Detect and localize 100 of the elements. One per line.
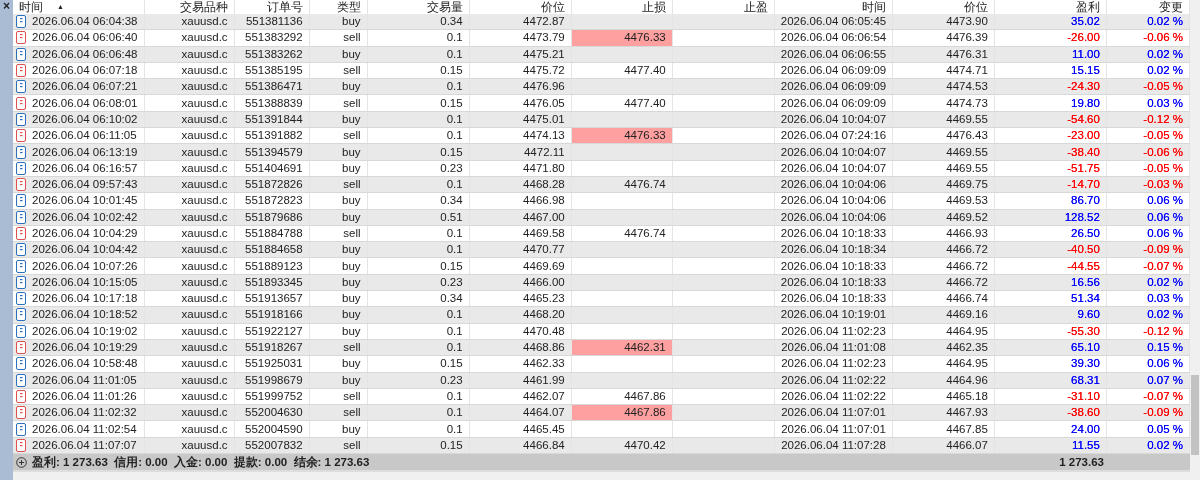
symbol-cell: xauusd.c <box>181 129 228 142</box>
order-cell: 551872823 <box>245 194 303 207</box>
change-cell: -0.05 % <box>1143 129 1183 142</box>
price-cell: 4466.84 <box>523 438 565 451</box>
open-time-cell: 2026.06.04 10:18:52 <box>32 307 138 323</box>
profit-cell: 24.00 <box>1071 422 1100 435</box>
type-cell: buy <box>342 47 361 60</box>
open-time-cell: 2026.06.04 11:02:32 <box>32 405 137 421</box>
price-cell: 4470.77 <box>523 243 565 256</box>
price-cell: 4467.00 <box>523 210 565 223</box>
symbol-cell: xauusd.c <box>181 227 228 239</box>
symbol-cell: xauusd.c <box>181 357 228 370</box>
stop-loss-cell: 4477.40 <box>571 95 673 112</box>
close-price-cell: 4467.93 <box>946 406 988 419</box>
profit-cell: -54.60 <box>1067 112 1100 125</box>
profit-cell: -26.00 <box>1067 31 1100 44</box>
open-time-cell: 2026.06.04 11:01:05 <box>32 372 137 388</box>
type-cell: sell <box>343 178 361 191</box>
price-cell: 4464.07 <box>523 406 565 419</box>
price-cell: 4466.98 <box>523 194 565 207</box>
volume-cell: 0.15 <box>440 438 463 451</box>
symbol-cell: xauusd.c <box>181 422 228 435</box>
order-cell: 551918267 <box>245 341 303 354</box>
type-cell: buy <box>342 15 361 28</box>
change-cell: 0.02 % <box>1147 308 1183 321</box>
change-cell: 0.06 % <box>1147 194 1183 207</box>
symbol-cell: xauusd.c <box>181 275 228 288</box>
symbol-cell: xauusd.c <box>181 47 228 60</box>
symbol-cell: xauusd.c <box>181 15 228 28</box>
symbol-cell: xauusd.c <box>181 308 228 321</box>
order-cell: 551879686 <box>245 210 303 223</box>
open-time-cell: 2026.06.04 11:07:07 <box>32 437 137 453</box>
symbol-cell: xauusd.c <box>181 389 228 402</box>
change-cell: -0.09 % <box>1143 406 1183 419</box>
open-time-cell: 2026.06.04 06:06:48 <box>32 46 138 62</box>
change-cell: -0.03 % <box>1143 178 1183 191</box>
profit-cell: 65.10 <box>1071 341 1100 354</box>
symbol-cell: xauusd.c <box>181 112 228 125</box>
price-cell: 4469.58 <box>523 227 565 239</box>
price-cell: 4468.28 <box>523 178 565 191</box>
open-time-cell: 2026.06.04 10:01:45 <box>32 193 138 209</box>
change-cell: 0.02 % <box>1147 275 1183 288</box>
close-time-cell: 2026.06.04 06:06:55 <box>780 47 887 60</box>
type-cell: buy <box>342 373 361 386</box>
price-cell: 4472.87 <box>523 15 565 28</box>
close-price-cell: 4466.07 <box>946 438 988 451</box>
open-time-cell: 2026.06.04 10:04:29 <box>32 226 138 241</box>
order-cell: 551922127 <box>245 324 303 337</box>
type-cell: buy <box>342 324 361 337</box>
price-cell: 4465.45 <box>523 422 565 435</box>
profit-cell: 39.30 <box>1071 357 1100 370</box>
type-cell: buy <box>342 243 361 256</box>
open-time-cell: 2026.06.04 06:13:19 <box>32 144 138 160</box>
price-cell: 4470.48 <box>523 324 565 337</box>
profit-cell: 11.55 <box>1071 438 1100 451</box>
close-price-cell: 4469.55 <box>946 145 988 158</box>
order-cell: 551893345 <box>245 275 303 288</box>
profit-cell: -24.30 <box>1067 80 1100 93</box>
open-time-cell: 2026.06.04 10:02:42 <box>32 209 138 225</box>
volume-cell: 0.51 <box>440 210 463 223</box>
symbol-cell: xauusd.c <box>181 161 228 174</box>
open-time-cell: 2026.06.04 06:16:57 <box>32 160 138 176</box>
open-time-cell: 2026.06.04 06:10:02 <box>32 111 138 127</box>
stop-loss-cell: 4476.74 <box>571 176 673 193</box>
price-cell: 4472.11 <box>523 145 565 158</box>
change-cell: 0.06 % <box>1147 357 1183 370</box>
order-cell: 551889123 <box>245 259 303 272</box>
volume-cell: 0.15 <box>440 96 463 109</box>
change-cell: -0.06 % <box>1143 145 1183 158</box>
close-button[interactable]: × <box>3 0 10 12</box>
close-price-cell: 4476.39 <box>946 31 988 44</box>
close-price-cell: 4469.16 <box>946 308 988 321</box>
symbol-cell: xauusd.c <box>181 31 228 44</box>
type-cell: buy <box>342 357 361 370</box>
type-cell: sell <box>343 64 361 77</box>
type-cell: sell <box>343 406 361 419</box>
volume-cell: 0.1 <box>446 47 463 60</box>
type-cell: sell <box>343 341 361 354</box>
volume-cell: 0.23 <box>440 373 463 386</box>
price-cell: 4473.79 <box>523 31 565 44</box>
price-cell: 4468.20 <box>523 308 565 321</box>
close-time-cell: 2026.06.04 11:02:23 <box>781 324 886 337</box>
change-cell: -0.05 % <box>1143 161 1183 174</box>
profit-cell: -51.75 <box>1067 161 1100 174</box>
profit-cell: 15.15 <box>1071 64 1100 77</box>
scrollbar[interactable] <box>1190 0 1200 480</box>
profit-cell: -55.30 <box>1067 324 1100 337</box>
expand-icon[interactable] <box>16 456 27 468</box>
change-cell: 0.06 % <box>1147 227 1183 239</box>
type-cell: buy <box>342 161 361 174</box>
type-cell: sell <box>343 129 361 142</box>
order-cell: 551913657 <box>245 292 303 305</box>
change-cell: -0.12 % <box>1143 324 1183 337</box>
symbol-cell: xauusd.c <box>181 438 228 451</box>
close-time-cell: 2026.06.04 11:07:01 <box>781 406 886 419</box>
price-cell: 4476.05 <box>523 96 565 109</box>
type-cell: buy <box>342 210 361 223</box>
profit-cell: 26.50 <box>1071 227 1100 239</box>
order-cell: 551383292 <box>245 31 303 44</box>
type-cell: buy <box>342 292 361 305</box>
